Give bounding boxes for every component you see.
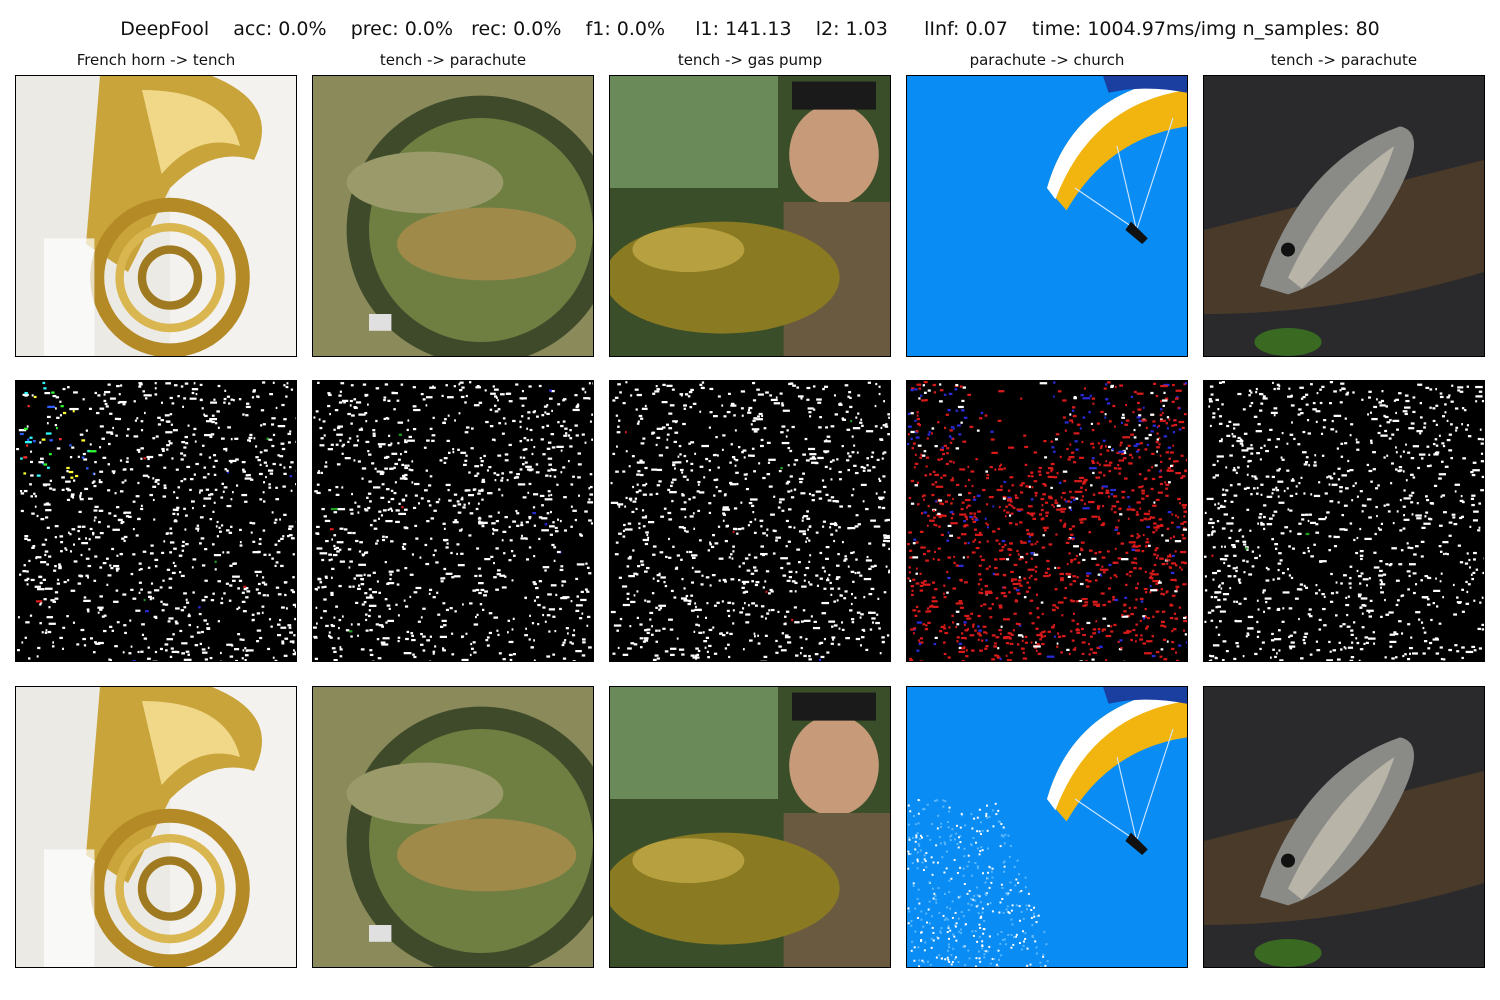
metric-l1: l1: 141.13: [695, 18, 792, 40]
metrics-header: DeepFool acc: 0.0% prec: 0.0% rec: 0.0% …: [0, 14, 1500, 44]
metric-f1: f1: 0.0%: [585, 18, 666, 40]
column-title-1: French horn -> tench: [76, 51, 236, 69]
adversarial-image-tench-net: [312, 686, 594, 968]
metric-prec: prec: 0.0%: [350, 18, 454, 40]
metric-linf: lInf: 0.07: [924, 18, 1008, 40]
original-image-tench-net: [312, 75, 594, 357]
adversarial-image-french-horn: [15, 686, 297, 968]
metric-rec: rec: 0.0%: [471, 18, 562, 40]
original-image-french-horn: [15, 75, 297, 357]
metric-l2: l2: 1.03: [815, 18, 888, 40]
metric-n-samples: n_samples: 80: [1242, 18, 1380, 40]
original-image-carp: [1203, 75, 1485, 357]
adversarial-image-angler-tench: [609, 686, 891, 968]
original-image-paraglider: [906, 75, 1188, 357]
metric-acc: acc: 0.0%: [233, 18, 327, 40]
metric-time: time: 1004.97ms/img: [1031, 18, 1237, 40]
adversarial-image-carp: [1203, 686, 1485, 968]
column-title-3: tench -> gas pump: [677, 51, 823, 69]
adversarial-image-paraglider: [906, 686, 1188, 968]
method-name: DeepFool: [120, 18, 210, 40]
column-title-5: tench -> parachute: [1270, 51, 1418, 69]
perturbation-map-4: [906, 380, 1188, 662]
perturbation-map-2: [312, 380, 594, 662]
perturbation-map-1: [15, 380, 297, 662]
perturbation-map-3: [609, 380, 891, 662]
perturbation-map-5: [1203, 380, 1485, 662]
original-image-angler-tench: [609, 75, 891, 357]
column-title-4: parachute -> church: [969, 51, 1125, 69]
column-title-2: tench -> parachute: [379, 51, 527, 69]
